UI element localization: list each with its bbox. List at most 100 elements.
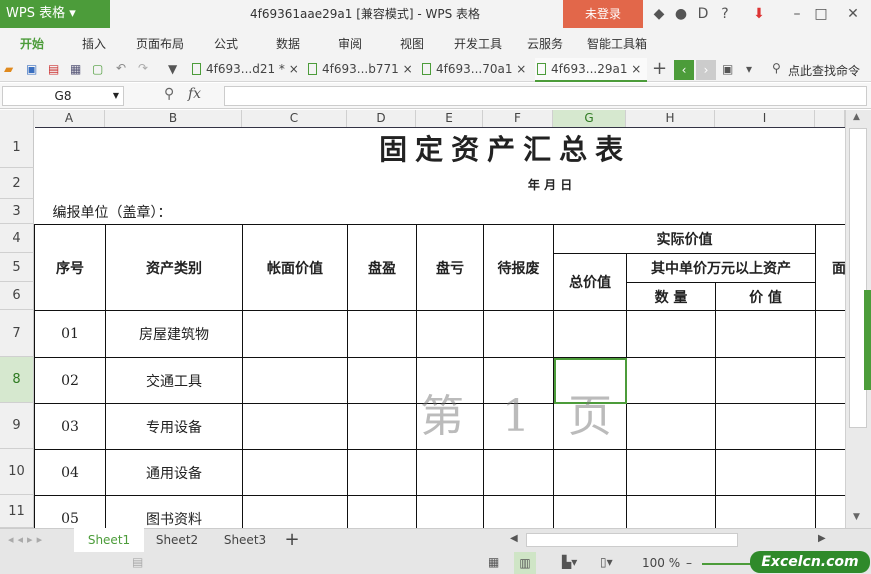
menu-cloud[interactable]: 云服务: [527, 28, 563, 58]
column-header[interactable]: E: [416, 110, 483, 127]
menu-data[interactable]: 数据: [276, 28, 300, 58]
cell-category[interactable]: 专用设备: [105, 403, 243, 450]
row-header[interactable]: 9: [0, 403, 34, 449]
header-surplus[interactable]: 盘盈: [347, 224, 417, 311]
column-header[interactable]: C: [242, 110, 347, 127]
cell-seq[interactable]: 03: [34, 403, 106, 450]
row-header[interactable]: 2: [0, 168, 34, 199]
redo-icon[interactable]: ↷: [138, 61, 148, 75]
macro-icon[interactable]: ▤: [132, 555, 143, 569]
menu-insert[interactable]: 插入: [82, 28, 106, 58]
cell[interactable]: [242, 310, 348, 358]
screen-icon[interactable]: ▣: [722, 62, 733, 76]
column-header[interactable]: F: [483, 110, 553, 127]
close-tab-icon[interactable]: ×: [516, 62, 526, 76]
menu-home[interactable]: 开始: [20, 28, 44, 58]
select-all-corner[interactable]: [0, 110, 34, 127]
scroll-left-icon[interactable]: ◀: [510, 533, 518, 544]
menu-formula[interactable]: 公式: [214, 28, 238, 58]
reading-mode-icon[interactable]: ▯▾: [600, 555, 613, 569]
sheet-tab-1[interactable]: Sheet1: [74, 528, 144, 552]
cell[interactable]: [347, 357, 417, 404]
row-header[interactable]: 4: [0, 224, 34, 253]
cell[interactable]: [814, 449, 845, 496]
chevron-down-icon[interactable]: ▼: [113, 87, 119, 105]
feedback-icon[interactable]: D: [692, 0, 714, 28]
cell-seq[interactable]: 02: [34, 357, 106, 404]
print-preview-icon[interactable]: ▢: [92, 62, 103, 76]
row-header[interactable]: 3: [0, 199, 34, 224]
header-deficit[interactable]: 盘亏: [416, 224, 484, 311]
add-sheet-icon[interactable]: +: [282, 528, 302, 552]
menu-page-layout[interactable]: 页面布局: [136, 28, 184, 58]
undo-icon[interactable]: ↶: [116, 61, 126, 75]
close-tab-icon[interactable]: ×: [403, 62, 413, 76]
cell[interactable]: [626, 449, 716, 496]
cell[interactable]: [553, 310, 627, 358]
skin-icon[interactable]: ◆: [648, 0, 670, 28]
close-button[interactable]: ✕: [842, 0, 864, 28]
more-dropdown-icon[interactable]: ▼: [168, 62, 177, 76]
cell[interactable]: [715, 495, 816, 528]
cell[interactable]: [242, 495, 348, 528]
cell[interactable]: [814, 495, 845, 528]
cell[interactable]: [626, 357, 716, 404]
cell[interactable]: [416, 449, 484, 496]
zoom-level[interactable]: 100 %: [642, 556, 680, 570]
page-layout-icon[interactable]: ▙▾: [562, 555, 577, 569]
cell-category[interactable]: 房屋建筑物: [105, 310, 243, 358]
cell-category[interactable]: 通用设备: [105, 449, 243, 496]
header-over-10k[interactable]: 其中单价万元以上资产: [626, 253, 816, 283]
cell[interactable]: [347, 495, 417, 528]
open-icon[interactable]: ▰: [4, 62, 13, 76]
column-header[interactable]: H: [626, 110, 715, 127]
cell-seq[interactable]: 05: [34, 495, 106, 528]
doc-tab-2[interactable]: 4f693...b771 ×: [306, 58, 418, 82]
doc-tab-3[interactable]: 4f693...70a1 ×: [420, 58, 532, 82]
zoom-slider[interactable]: [702, 563, 752, 565]
help-button[interactable]: ?: [714, 0, 736, 28]
maximize-button[interactable]: □: [810, 0, 832, 28]
cell-seq[interactable]: 04: [34, 449, 106, 496]
fx-button[interactable]: fx: [188, 86, 201, 102]
menu-toolbox[interactable]: 智能工具箱: [587, 28, 647, 58]
cell[interactable]: [483, 449, 554, 496]
row-header[interactable]: 1: [0, 127, 34, 168]
header-seq[interactable]: 序号: [34, 224, 106, 311]
command-search[interactable]: 点此查找命令: [788, 62, 860, 79]
column-header[interactable]: [815, 110, 845, 127]
date-line[interactable]: 年 月 日: [35, 169, 846, 200]
header-total-value[interactable]: 总价值: [553, 253, 627, 311]
print-icon[interactable]: ▦: [70, 62, 81, 76]
download-icon[interactable]: ⬇: [748, 0, 770, 28]
settings-icon[interactable]: ●: [670, 0, 692, 28]
menu-view[interactable]: 视图: [400, 28, 424, 58]
cell[interactable]: [416, 310, 484, 358]
cell[interactable]: [483, 495, 554, 528]
column-header[interactable]: A: [34, 110, 105, 127]
row-header[interactable]: 5: [0, 253, 34, 282]
sheet-title[interactable]: 固定资产汇总表: [34, 127, 845, 169]
row-header[interactable]: 10: [0, 449, 34, 495]
header-book-value[interactable]: 帐面价值: [242, 224, 348, 311]
header-quantity[interactable]: 数 量: [626, 282, 716, 311]
page-break-view-icon[interactable]: ▥: [514, 552, 536, 574]
row-header[interactable]: 7: [0, 310, 34, 357]
column-header[interactable]: I: [715, 110, 815, 127]
row-header[interactable]: 6: [0, 282, 34, 310]
cell[interactable]: [715, 310, 816, 358]
cell[interactable]: [626, 495, 716, 528]
vertical-scrollbar[interactable]: ▲ ▼: [845, 110, 871, 528]
menu-developer[interactable]: 开发工具: [454, 28, 502, 58]
cell[interactable]: [814, 403, 845, 450]
cell-category[interactable]: 交通工具: [105, 357, 243, 404]
tab-prev-icon[interactable]: ‹: [674, 60, 694, 80]
header-actual-value[interactable]: 实际价值: [553, 224, 816, 254]
scroll-up-icon[interactable]: ▲: [853, 112, 860, 122]
pin-icon[interactable]: ▾: [746, 62, 752, 76]
cell[interactable]: [347, 310, 417, 358]
cell[interactable]: [626, 403, 716, 450]
row-header[interactable]: 8: [0, 357, 34, 403]
cell-seq[interactable]: 01: [34, 310, 106, 358]
name-box[interactable]: G8 ▼: [2, 86, 124, 106]
